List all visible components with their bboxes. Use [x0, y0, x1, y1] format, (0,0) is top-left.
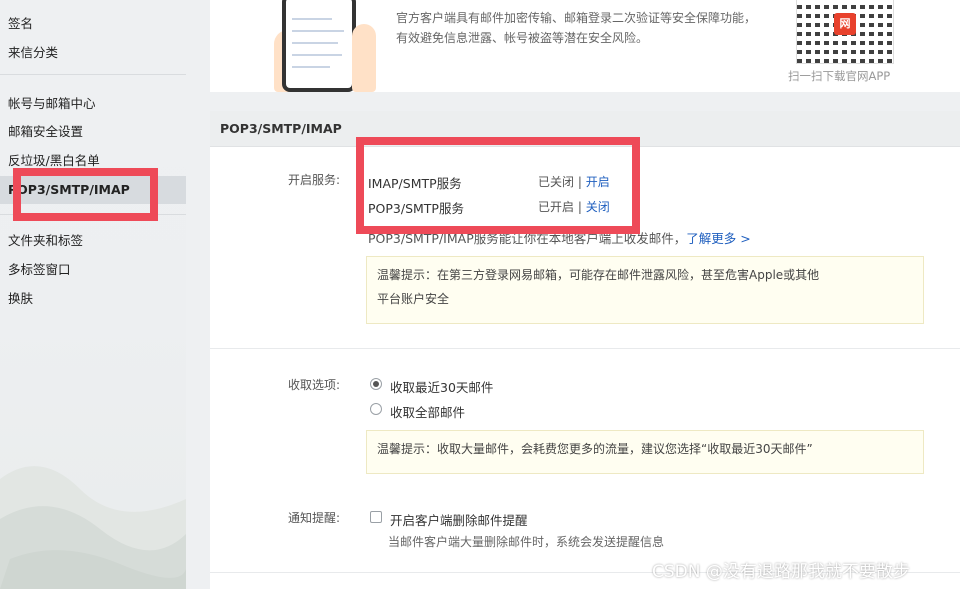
main-content: 官方客户端具有邮件加密传输、邮箱登录二次验证等安全保障功能，有效避免信息泄露、帐…: [186, 0, 960, 589]
netease-logo-icon: 网: [834, 13, 856, 35]
notify-note: 当邮件客户端大量删除邮件时，系统会发送提醒信息: [388, 535, 665, 549]
receive-options-label: 收取选项:: [287, 378, 340, 392]
csdn-watermark: CSDN @没有退路那我就不要散步: [652, 562, 910, 582]
radio-label-all-mail[interactable]: 收取全部邮件: [390, 402, 465, 421]
qr-caption: 扫一扫下载官网APP: [788, 69, 891, 83]
learn-more-link[interactable]: 了解更多 >: [686, 231, 750, 246]
service-label: 开启服务:: [287, 173, 340, 187]
sidebar-item-skin[interactable]: 换肤: [0, 285, 186, 313]
tip-line: 温馨提示：收取大量邮件，会耗费您更多的流量，建议您选择“收取最近30天邮件”: [377, 442, 813, 456]
ink-landscape-decoration: [0, 466, 186, 589]
notify-label: 通知提醒:: [287, 511, 340, 525]
sidebar-item-security[interactable]: 邮箱安全设置: [0, 118, 186, 146]
banner-text: 官方客户端具有邮件加密传输、邮箱登录二次验证等安全保障功能，有效避免信息泄露、帐…: [396, 11, 757, 45]
sidebar-item-account-center[interactable]: 帐号与邮箱中心: [0, 90, 186, 118]
traffic-warning-tip: 温馨提示：收取大量邮件，会耗费您更多的流量，建议您选择“收取最近30天邮件”: [366, 430, 924, 474]
tip-line: 平台账户安全: [377, 292, 450, 306]
radio-label-recent-30-days[interactable]: 收取最近30天邮件: [390, 377, 493, 396]
tip-line: 温馨提示：在第三方登录网易邮箱，可能存在邮件泄露风险，甚至危害Apple或其他: [377, 268, 820, 282]
sidebar-item-signature[interactable]: 签名: [0, 10, 186, 38]
highlight-box-services: [356, 137, 640, 234]
sidebar-item-mail-rules[interactable]: 来信分类: [0, 39, 186, 67]
client-promo-banner: 官方客户端具有邮件加密传输、邮箱登录二次验证等安全保障功能，有效避免信息泄露、帐…: [210, 0, 960, 92]
notify-checkbox[interactable]: [370, 511, 382, 523]
highlight-box-sidebar: [13, 168, 158, 221]
hand-illustration: [352, 24, 376, 92]
sidebar-divider: [0, 74, 186, 75]
radio-all-mail[interactable]: [370, 403, 382, 415]
security-warning-tip: 温馨提示：在第三方登录网易邮箱，可能存在邮件泄露风险，甚至危害Apple或其他 …: [366, 256, 924, 324]
notify-checkbox-label[interactable]: 开启客户端删除邮件提醒: [390, 510, 528, 529]
section-divider: [210, 348, 960, 349]
sidebar-item-folders[interactable]: 文件夹和标签: [0, 227, 186, 255]
phone-illustration: [282, 0, 356, 92]
radio-recent-30-days[interactable]: [370, 378, 382, 390]
qr-code: 网: [796, 0, 894, 64]
sidebar-item-multi-tab[interactable]: 多标签窗口: [0, 256, 186, 284]
sidebar: 签名 来信分类 帐号与邮箱中心 邮箱安全设置 反垃圾/黑白名单 POP3/SMT…: [0, 0, 186, 589]
